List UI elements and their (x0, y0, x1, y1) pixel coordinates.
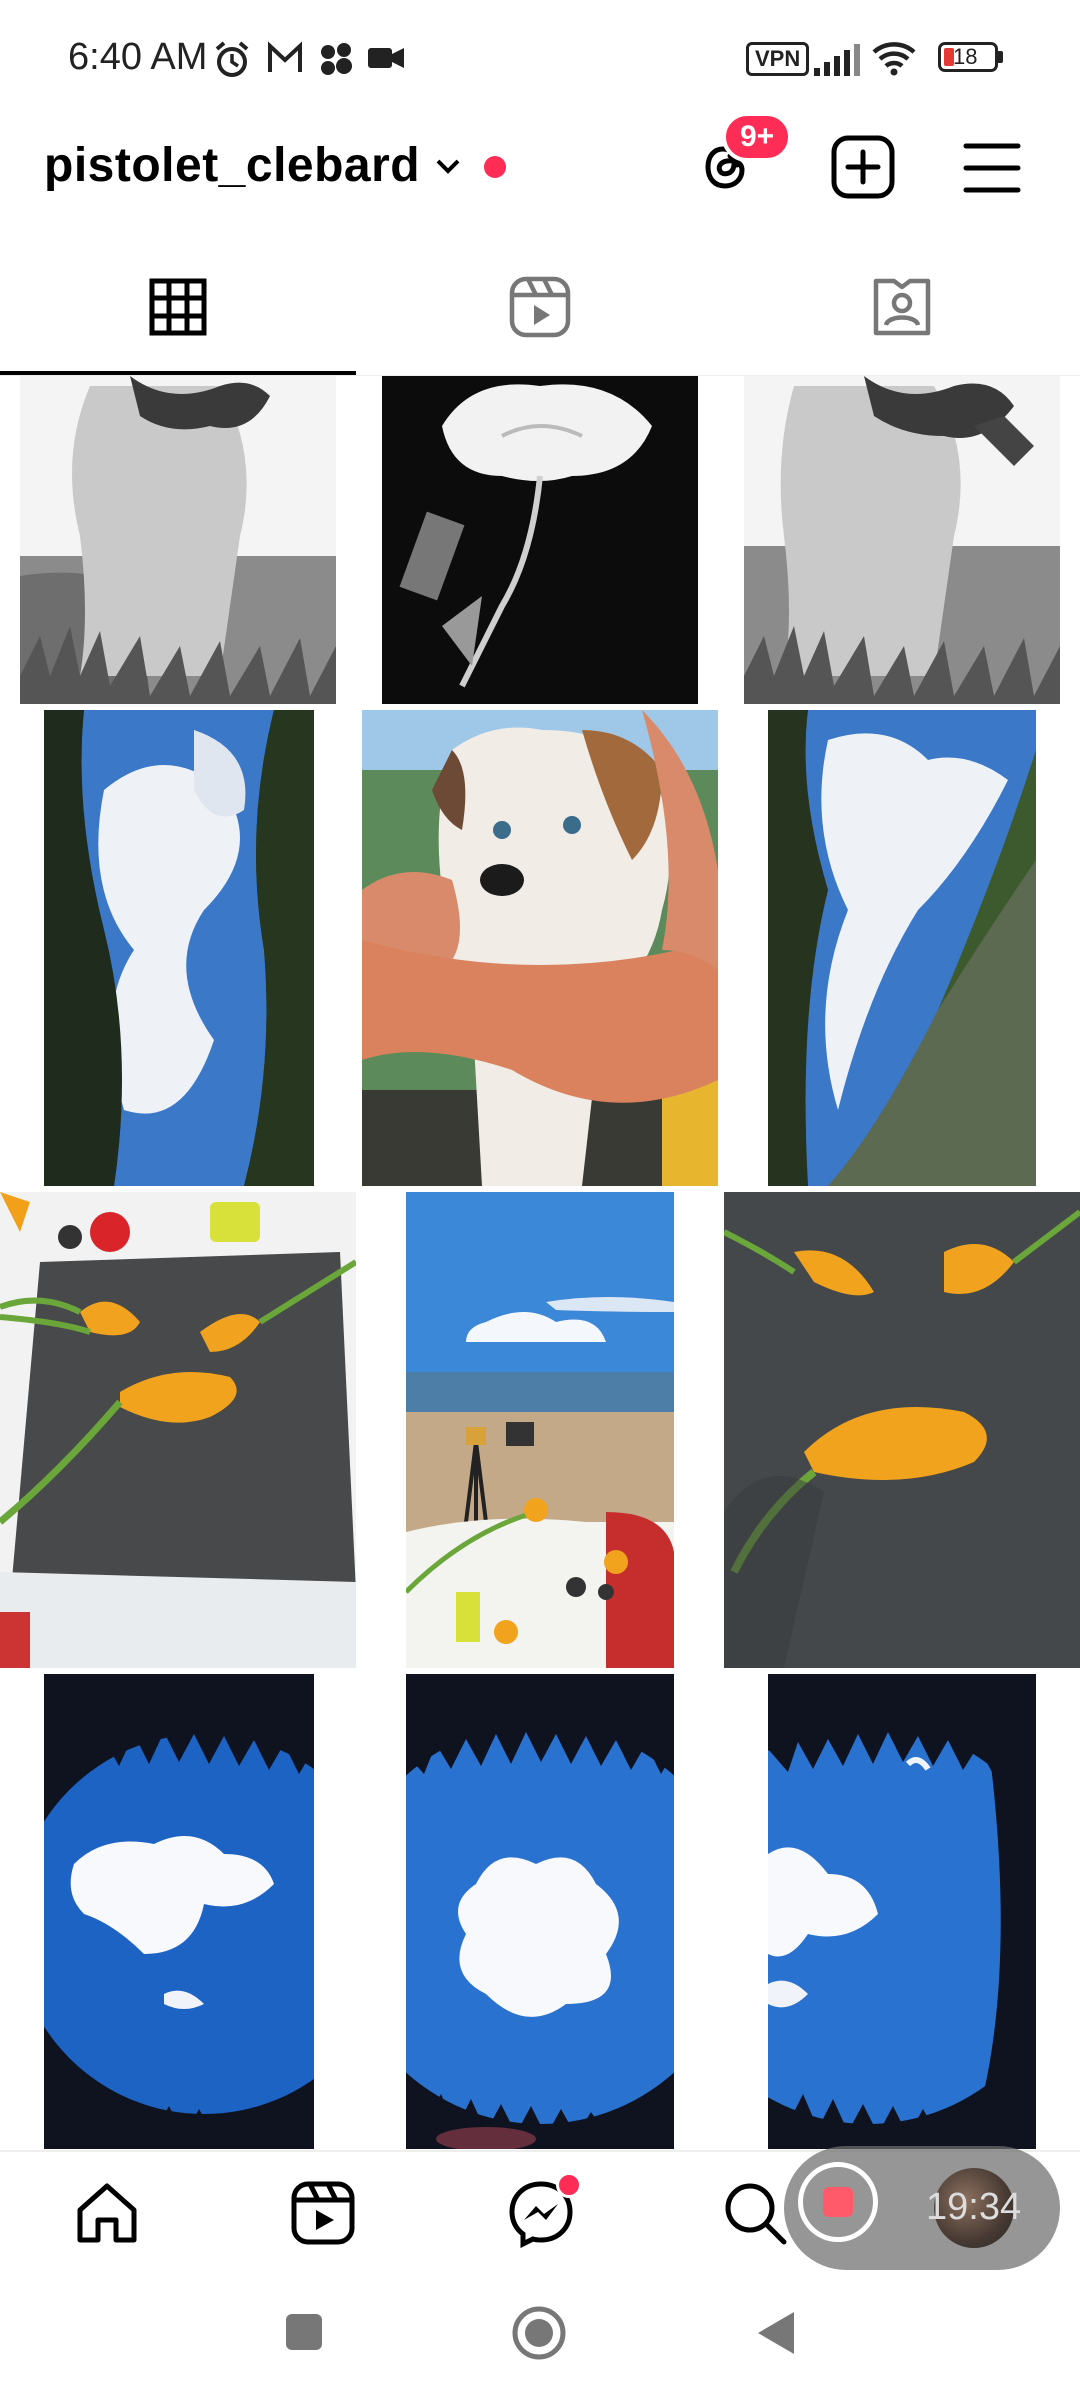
recording-timer: 19:34 (926, 2186, 1022, 2228)
grid-icon[interactable] (146, 275, 210, 339)
home-button-icon[interactable] (510, 2304, 568, 2362)
post-thumbnail[interactable] (744, 376, 1060, 704)
screen-recorder-overlay[interactable]: 19:34 (784, 2146, 1060, 2270)
messenger-notification-dot (556, 2172, 582, 2198)
battery-level: 18 (953, 44, 978, 69)
post-thumbnail[interactable] (44, 710, 314, 1186)
post-thumbnail[interactable] (44, 1674, 314, 2149)
reels-icon[interactable] (508, 275, 572, 339)
post-thumbnail[interactable] (768, 1674, 1036, 2149)
profile-header: pistolet_clebard 9+ (0, 112, 1080, 220)
home-icon[interactable] (72, 2178, 142, 2248)
post-thumbnail[interactable] (406, 1192, 674, 1668)
menu-icon[interactable] (962, 138, 1022, 198)
signal-icon (814, 44, 860, 76)
post-thumbnail[interactable] (20, 376, 336, 704)
back-icon[interactable] (752, 2308, 800, 2358)
status-time: 6:40 AM (68, 36, 208, 78)
stop-icon (823, 2187, 853, 2217)
community-icon (321, 43, 352, 75)
account-notification-dot (484, 156, 506, 178)
post-thumbnail[interactable] (768, 710, 1036, 1186)
status-bar: 6:40 AM VPN 18 (0, 0, 1080, 110)
battery-indicator: 18 (938, 42, 998, 72)
vpn-badge: VPN (746, 42, 810, 76)
post-thumbnail[interactable] (406, 1674, 674, 2149)
post-thumbnail[interactable] (0, 1192, 356, 1668)
username-switcher[interactable]: pistolet_clebard (44, 138, 420, 193)
profile-tabs (0, 255, 1080, 377)
gmail-icon (268, 41, 302, 72)
active-tab-indicator (0, 371, 356, 375)
post-thumbnail[interactable] (724, 1192, 1080, 1668)
chevron-down-icon[interactable] (432, 150, 464, 182)
wifi-icon (872, 42, 916, 76)
stop-recording-button[interactable] (798, 2162, 878, 2242)
notification-badge: 9+ (722, 112, 793, 162)
system-navigation-bar (0, 2270, 1080, 2400)
post-thumbnail[interactable] (362, 710, 718, 1186)
create-post-icon[interactable] (828, 132, 898, 202)
posts-grid (0, 376, 1080, 2149)
post-thumbnail[interactable] (382, 376, 698, 704)
reels-icon[interactable] (288, 2178, 358, 2248)
alarm-icon (215, 41, 249, 77)
recents-icon[interactable] (282, 2310, 326, 2354)
tagged-icon[interactable] (870, 275, 934, 339)
video-camera-icon (368, 48, 404, 68)
search-icon[interactable] (720, 2178, 790, 2248)
